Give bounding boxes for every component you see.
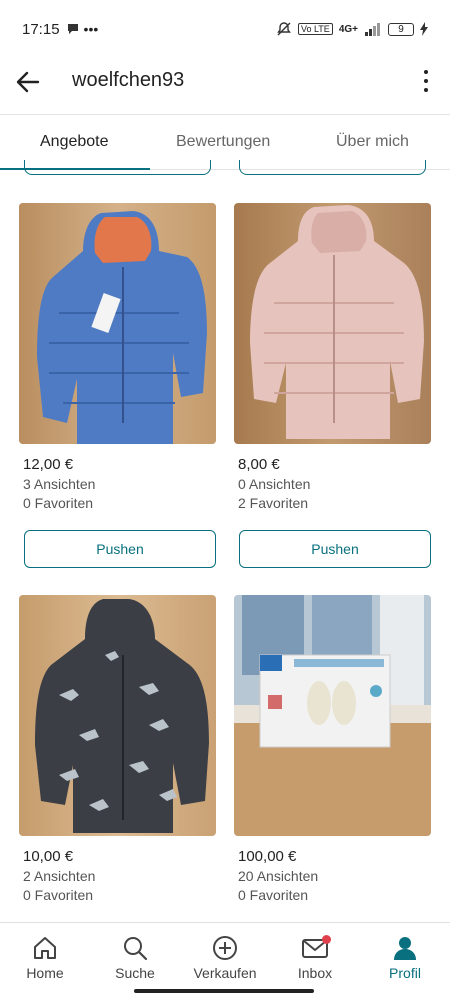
listing-favorites: 2 Favoriten — [238, 495, 309, 511]
status-time: 17:15 — [22, 20, 60, 38]
signal-icon — [365, 22, 380, 36]
mute-icon — [277, 22, 291, 36]
nav-label: Profil — [389, 965, 421, 981]
nav-profile[interactable]: Profil — [360, 933, 450, 981]
previous-row-button-edge[interactable] — [239, 160, 426, 175]
listing-photo-dino-jacket[interactable] — [19, 595, 216, 836]
listing-card[interactable]: 100,00 € 20 Ansichten 0 Favoriten — [234, 595, 431, 903]
listing-card[interactable]: 8,00 € 0 Ansichten 2 Favoriten Pushen — [234, 203, 431, 568]
listing-card[interactable]: 10,00 € 2 Ansichten 0 Favoriten — [19, 595, 216, 903]
nav-label: Home — [26, 965, 64, 981]
listing-favorites: 0 Favoriten — [23, 495, 94, 511]
listing-views: 0 Ansichten — [238, 476, 311, 492]
nav-label: Verkaufen — [193, 965, 257, 981]
home-indicator — [134, 989, 314, 993]
listing-price: 8,00 € — [238, 456, 280, 473]
listing-photo-pink-jacket[interactable] — [234, 203, 431, 444]
page-title: woelfchen93 — [72, 69, 185, 91]
search-icon — [124, 937, 148, 961]
push-button[interactable]: Pushen — [239, 530, 431, 568]
listing-price: 12,00 € — [23, 456, 74, 473]
tab-ueber-mich[interactable]: Über mich — [336, 133, 409, 151]
back-arrow-icon[interactable] — [14, 68, 42, 96]
more-options-icon[interactable] — [422, 66, 430, 96]
app-bar: woelfchen93 — [0, 58, 450, 114]
profile-icon — [394, 937, 416, 960]
listing-favorites: 0 Favoriten — [23, 887, 94, 903]
chat-bubble-icon — [67, 24, 78, 34]
volte-icon: Vo LTE — [297, 23, 333, 35]
tab-bewertungen[interactable]: Bewertungen — [176, 133, 270, 151]
nav-sell[interactable]: Verkaufen — [180, 933, 270, 981]
listing-favorites: 0 Favoriten — [238, 887, 309, 903]
unread-badge — [322, 935, 331, 944]
charging-icon — [420, 22, 428, 36]
push-button[interactable]: Pushen — [24, 530, 216, 568]
nav-search[interactable]: Suche — [90, 933, 180, 981]
nav-inbox[interactable]: Inbox — [270, 933, 360, 981]
listing-views: 2 Ansichten — [23, 868, 96, 884]
battery-icon: 9 — [388, 22, 414, 36]
network-type: 4G+ — [338, 23, 358, 35]
listing-views: 20 Ansichten — [238, 868, 319, 884]
listing-price: 100,00 € — [238, 848, 297, 865]
plus-circle-icon — [213, 936, 237, 960]
listing-price: 10,00 € — [23, 848, 74, 865]
previous-row-button-edge[interactable] — [24, 160, 211, 175]
home-icon — [34, 937, 56, 959]
nav-label: Suche — [115, 965, 155, 981]
listing-card[interactable]: 12,00 € 3 Ansichten 0 Favoriten Pushen — [19, 203, 216, 568]
battery-level: 9 — [398, 23, 404, 35]
listing-photo-blue-jacket[interactable] — [19, 203, 216, 444]
listing-photo-breast-pump[interactable] — [234, 595, 431, 836]
nav-label: Inbox — [297, 965, 333, 981]
more-notifications-icon: ••• — [83, 21, 99, 37]
nav-home[interactable]: Home — [0, 933, 90, 981]
status-bar: 17:15 ••• Vo LTE 4G+ 9 — [0, 0, 450, 58]
tab-angebote[interactable]: Angebote — [40, 133, 109, 151]
listing-views: 3 Ansichten — [23, 476, 96, 492]
